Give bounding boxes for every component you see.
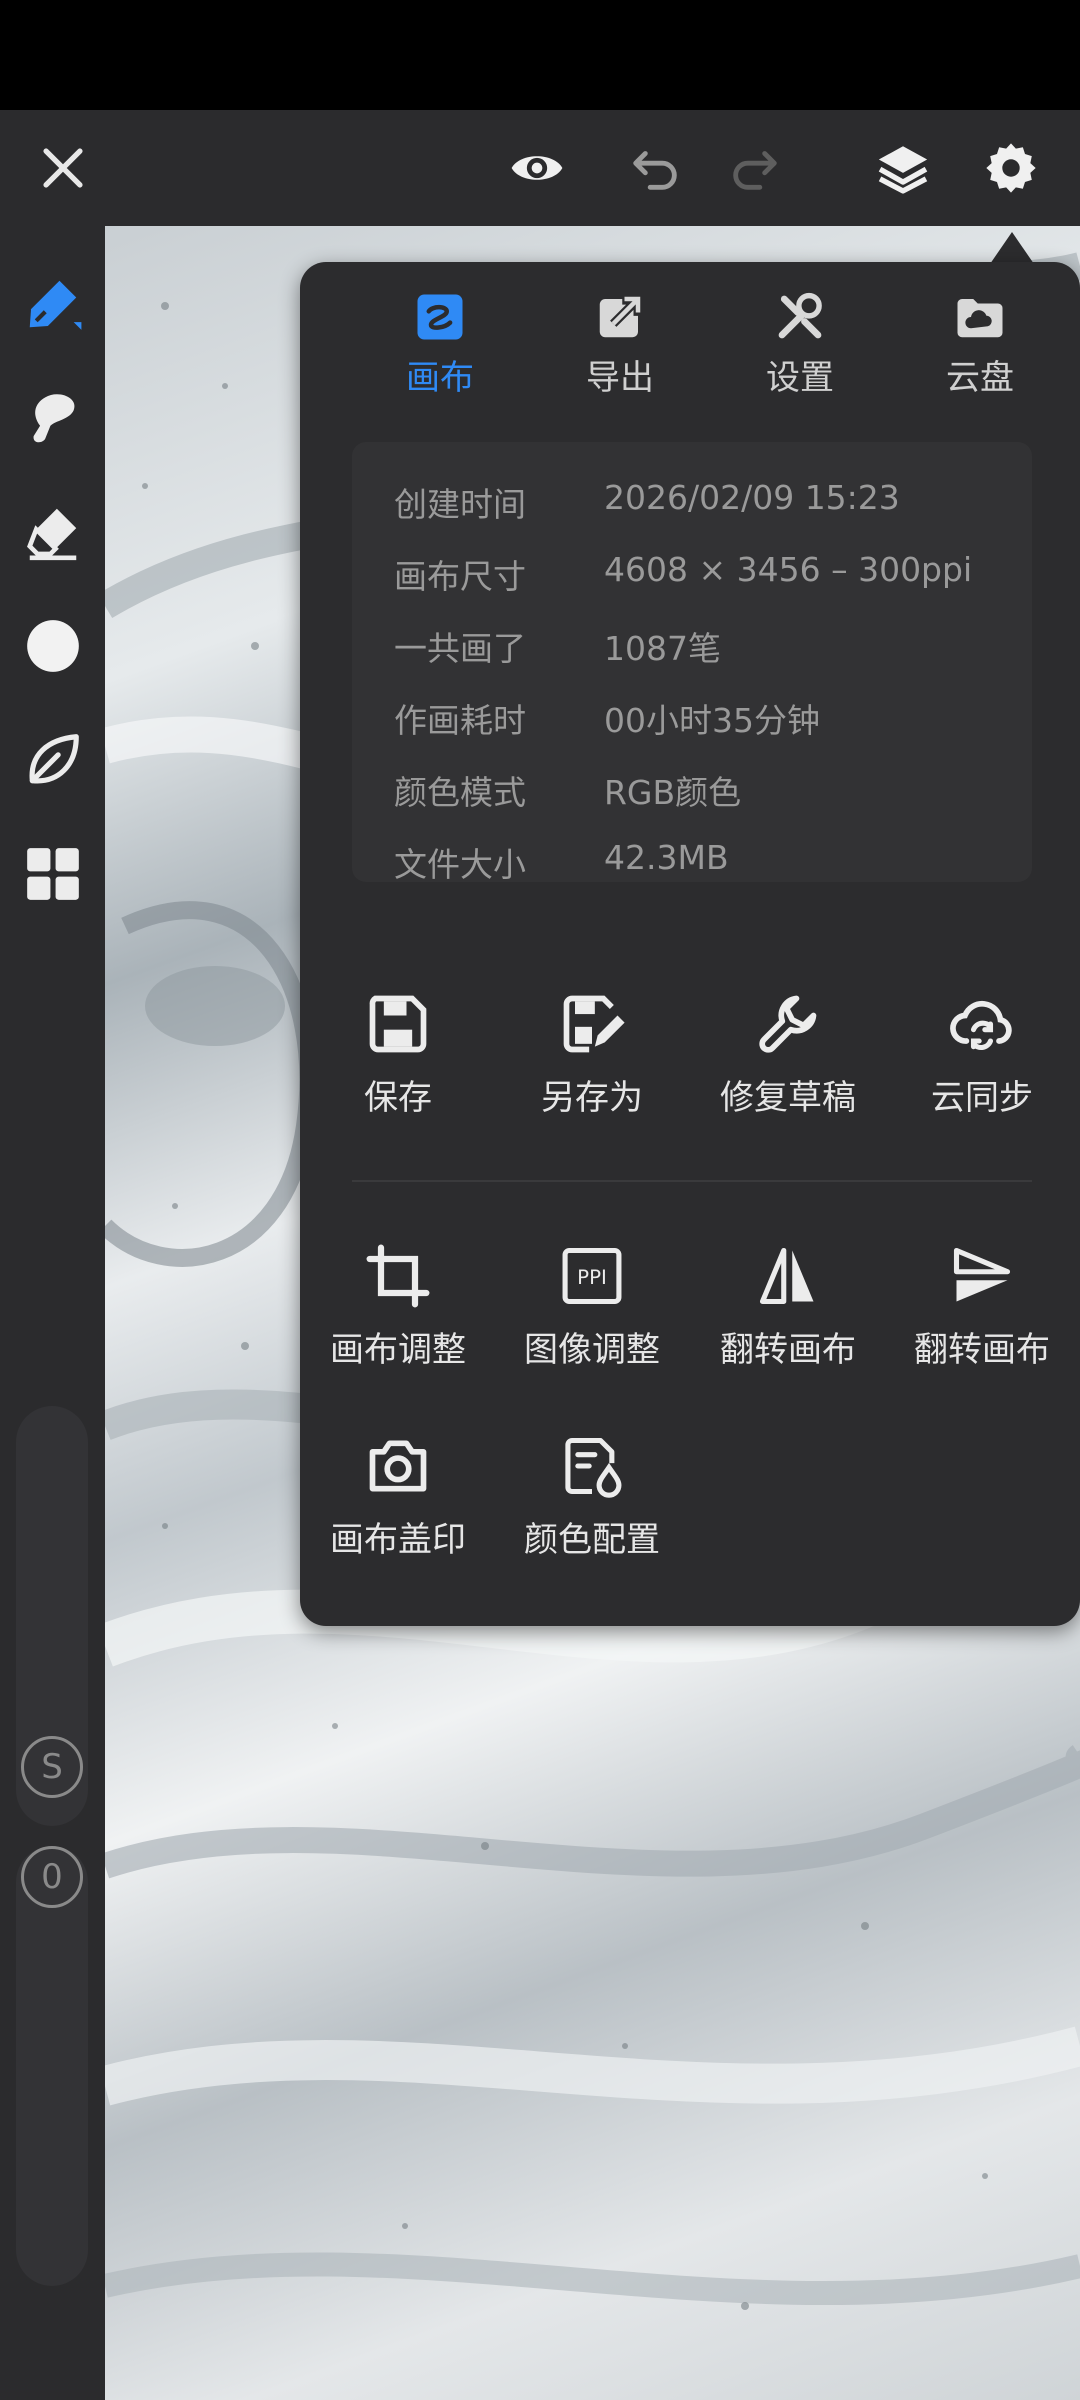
cloud-sync-icon xyxy=(950,1000,1012,1050)
eraser-icon xyxy=(26,508,76,561)
canvas-icon xyxy=(417,294,463,340)
info-key: 作画耗时 xyxy=(394,701,526,740)
info-key: 画布尺寸 xyxy=(394,557,526,596)
info-row: 文件大小 42.3MB xyxy=(394,838,1014,888)
color-config-icon xyxy=(565,1437,622,1498)
info-key: 创建时间 xyxy=(394,485,526,524)
tab-settings-label: 设置 xyxy=(766,358,834,398)
crop-icon xyxy=(366,1244,430,1308)
save-as-icon xyxy=(563,995,625,1053)
brush-icon xyxy=(33,394,74,443)
repair-draft-label: 修复草稿 xyxy=(720,1078,856,1118)
info-row: 作画耗时 00小时35分钟 xyxy=(394,694,1014,744)
redo-button[interactable] xyxy=(700,110,810,226)
image-adjust-label: 图像调整 xyxy=(524,1330,660,1370)
canvas-stamp-label: 画布盖印 xyxy=(330,1520,466,1560)
info-value: 42.3MB xyxy=(604,838,729,877)
tools-icon xyxy=(778,292,822,339)
pen-tool[interactable] xyxy=(0,254,105,354)
wrench-icon xyxy=(759,995,817,1053)
status-bar xyxy=(0,0,1080,110)
image-adjust-button[interactable]: PPI 图像调整 xyxy=(494,1242,690,1392)
pen-icon xyxy=(29,280,81,330)
color-picker-tool[interactable] xyxy=(0,596,105,696)
layers-icon xyxy=(878,146,928,194)
preview-button[interactable] xyxy=(482,110,592,226)
save-icon xyxy=(369,995,427,1053)
info-value: RGB颜色 xyxy=(604,773,742,812)
info-value: 1087笔 xyxy=(604,629,721,668)
cloud-sync-label: 云同步 xyxy=(931,1078,1033,1118)
tab-export-label: 导出 xyxy=(586,358,654,398)
brush-size-knob[interactable]: S xyxy=(21,1736,83,1798)
cloud-folder-icon xyxy=(957,299,1003,338)
ppi-icon: PPI xyxy=(562,1247,622,1305)
canvas-info-box: 创建时间 2026/02/09 15:23 画布尺寸 4608 × 3456 –… xyxy=(352,442,1032,884)
color-config-label: 颜色配置 xyxy=(524,1520,660,1560)
brush-tool[interactable] xyxy=(0,368,105,468)
tab-canvas[interactable]: 画布 xyxy=(350,290,530,410)
eraser-tool[interactable] xyxy=(0,482,105,582)
panel-tabs: 画布 导出 设置 云盘 xyxy=(300,262,1080,422)
info-row: 颜色模式 RGB颜色 xyxy=(394,766,1014,816)
settings-button[interactable] xyxy=(956,110,1066,226)
settings-icon xyxy=(986,143,1036,193)
brush-opacity-slider[interactable]: 0 xyxy=(16,1846,88,2286)
tab-cloud-label: 云盘 xyxy=(946,358,1014,398)
info-row: 创建时间 2026/02/09 15:23 xyxy=(394,478,1014,528)
close-button[interactable] xyxy=(8,110,118,226)
brush-opacity-knob[interactable]: 0 xyxy=(21,1846,83,1908)
info-value: 4608 × 3456 – 300ppi xyxy=(604,550,973,589)
canvas-stamp-button[interactable]: 画布盖印 xyxy=(300,1432,496,1582)
undo-button[interactable] xyxy=(600,110,710,226)
repair-draft-button[interactable]: 修复草稿 xyxy=(690,990,886,1140)
save-label: 保存 xyxy=(364,1078,432,1118)
color-circle-icon xyxy=(26,620,79,672)
info-value: 2026/02/09 15:23 xyxy=(604,478,900,517)
tab-cloud[interactable]: 云盘 xyxy=(890,290,1070,410)
canvas-adjust-button[interactable]: 画布调整 xyxy=(300,1242,496,1392)
grid-icon xyxy=(26,848,79,900)
eye-icon xyxy=(511,156,563,180)
ppi-icon-text: PPI xyxy=(577,1266,607,1289)
tab-export[interactable]: 导出 xyxy=(530,290,710,410)
flip-canvas-vertical-button[interactable]: 翻转画布 xyxy=(884,1242,1080,1392)
flip-canvas-vertical-label: 翻转画布 xyxy=(914,1330,1050,1370)
canvas-adjust-label: 画布调整 xyxy=(330,1330,466,1370)
grid-tool[interactable] xyxy=(0,824,105,924)
canvas-settings-panel: 画布 导出 设置 云盘 创建时间 2026/02/09 15:23 画布尺寸 4… xyxy=(300,262,1080,1626)
save-as-label: 另存为 xyxy=(541,1078,643,1118)
info-key: 文件大小 xyxy=(394,845,526,884)
leaf-tool[interactable] xyxy=(0,710,105,810)
panel-pointer xyxy=(990,232,1034,264)
export-icon xyxy=(599,295,643,338)
save-as-button[interactable]: 另存为 xyxy=(494,990,690,1140)
flip-canvas-horizontal-label: 翻转画布 xyxy=(720,1330,856,1370)
flip-canvas-horizontal-button[interactable]: 翻转画布 xyxy=(690,1242,886,1392)
flip-horizontal-icon xyxy=(759,1247,814,1305)
info-row: 一共画了 1087笔 xyxy=(394,622,1014,672)
leaf-icon xyxy=(29,734,79,784)
info-value: 00小时35分钟 xyxy=(604,701,820,740)
redo-icon xyxy=(733,151,777,190)
info-key: 颜色模式 xyxy=(394,773,526,812)
left-toolbar: S 0 xyxy=(0,226,105,2400)
tab-settings[interactable]: 设置 xyxy=(710,290,890,410)
info-row: 画布尺寸 4608 × 3456 – 300ppi xyxy=(394,550,1014,600)
layers-button[interactable] xyxy=(848,110,958,226)
camera-icon xyxy=(369,1440,427,1492)
top-toolbar xyxy=(0,110,1080,226)
cloud-sync-button[interactable]: 云同步 xyxy=(884,990,1080,1140)
undo-icon xyxy=(633,151,677,190)
color-config-button[interactable]: 颜色配置 xyxy=(494,1432,690,1582)
brush-size-slider[interactable]: S xyxy=(16,1406,88,1826)
flip-vertical-icon xyxy=(953,1247,1011,1302)
close-icon xyxy=(43,148,83,188)
tab-canvas-label: 画布 xyxy=(406,358,474,398)
panel-divider xyxy=(352,1180,1032,1182)
save-button[interactable]: 保存 xyxy=(300,990,496,1140)
info-key: 一共画了 xyxy=(394,629,526,668)
